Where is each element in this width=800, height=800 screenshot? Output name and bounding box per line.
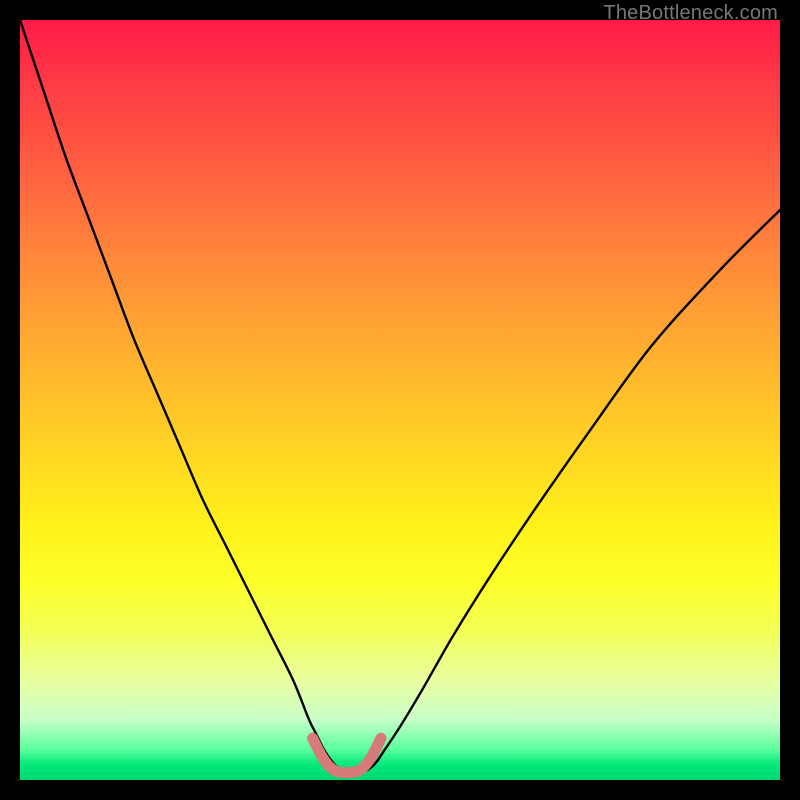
bottleneck-curve <box>20 20 780 773</box>
curve-svg-layer <box>20 20 780 780</box>
valley-marker-dot <box>309 734 317 742</box>
valley-marker-dot <box>368 748 378 758</box>
valley-marker-dot <box>339 768 347 776</box>
watermark-text: TheBottleneck.com <box>603 2 778 25</box>
valley-marker-dot <box>331 767 339 775</box>
valley-marker-dot <box>354 767 362 775</box>
plot-area <box>20 20 780 780</box>
valley-marker-dot <box>324 761 332 769</box>
valley-marker-dot <box>361 760 371 770</box>
chart-frame: TheBottleneck.com <box>0 0 800 800</box>
valley-marker-dot <box>347 768 355 776</box>
valley-marker-dot <box>316 749 324 757</box>
valley-marker-dot <box>376 733 386 743</box>
